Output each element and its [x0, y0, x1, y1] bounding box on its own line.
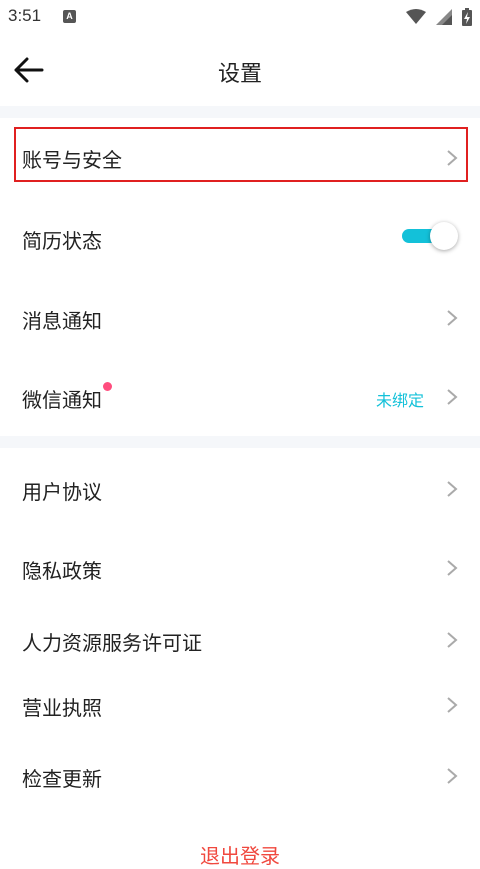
status-bar: 3:51 A	[0, 0, 480, 34]
chevron-right-icon	[447, 481, 458, 497]
chevron-right-icon	[447, 560, 458, 576]
status-time: 3:51	[8, 6, 42, 25]
settings-item-label: 隐私政策	[22, 559, 102, 583]
settings-item-hr-license[interactable]: 人力资源服务许可证	[0, 606, 480, 676]
settings-item-check-update[interactable]: 检查更新	[0, 742, 480, 812]
settings-item-user-agreement[interactable]: 用户协议	[0, 448, 480, 528]
settings-item-message-notification[interactable]: 消息通知	[0, 278, 480, 358]
chevron-right-icon	[447, 632, 458, 648]
page-title: 设置	[217, 62, 262, 87]
settings-item-resume-status: 简历状态	[0, 198, 480, 278]
settings-item-label: 微信通知	[22, 388, 102, 412]
resume-status-toggle[interactable]	[400, 221, 458, 251]
chevron-right-icon	[447, 310, 458, 326]
wifi-icon	[406, 9, 426, 25]
settings-item-label: 人力资源服务许可证	[22, 631, 202, 655]
section-divider	[0, 106, 480, 118]
wechat-binding-status: 未绑定	[375, 391, 424, 410]
section-divider	[0, 436, 480, 448]
unread-badge-dot	[103, 382, 112, 391]
settings-item-business-license[interactable]: 营业执照	[0, 676, 480, 742]
highlight-box	[14, 127, 468, 182]
settings-item-label: 营业执照	[22, 696, 102, 720]
settings-item-wechat-notification[interactable]: 微信通知 未绑定	[0, 358, 480, 436]
chevron-right-icon	[447, 389, 458, 405]
settings-item-label: 用户协议	[22, 480, 102, 504]
status-indicators	[406, 7, 472, 27]
chevron-right-icon	[447, 697, 458, 713]
app-notification-icon: A	[63, 10, 76, 23]
logout-button[interactable]: 退出登录	[0, 840, 480, 869]
settings-item-label: 消息通知	[22, 309, 102, 333]
battery-icon	[462, 8, 472, 26]
settings-item-privacy-policy[interactable]: 隐私政策	[0, 528, 480, 606]
settings-item-label: 简历状态	[22, 229, 102, 253]
chevron-right-icon	[447, 768, 458, 784]
toggle-knob	[430, 222, 458, 250]
settings-item-label: 检查更新	[22, 767, 102, 791]
top-app-bar: 设置	[0, 34, 480, 106]
cellular-signal-icon	[436, 9, 452, 25]
